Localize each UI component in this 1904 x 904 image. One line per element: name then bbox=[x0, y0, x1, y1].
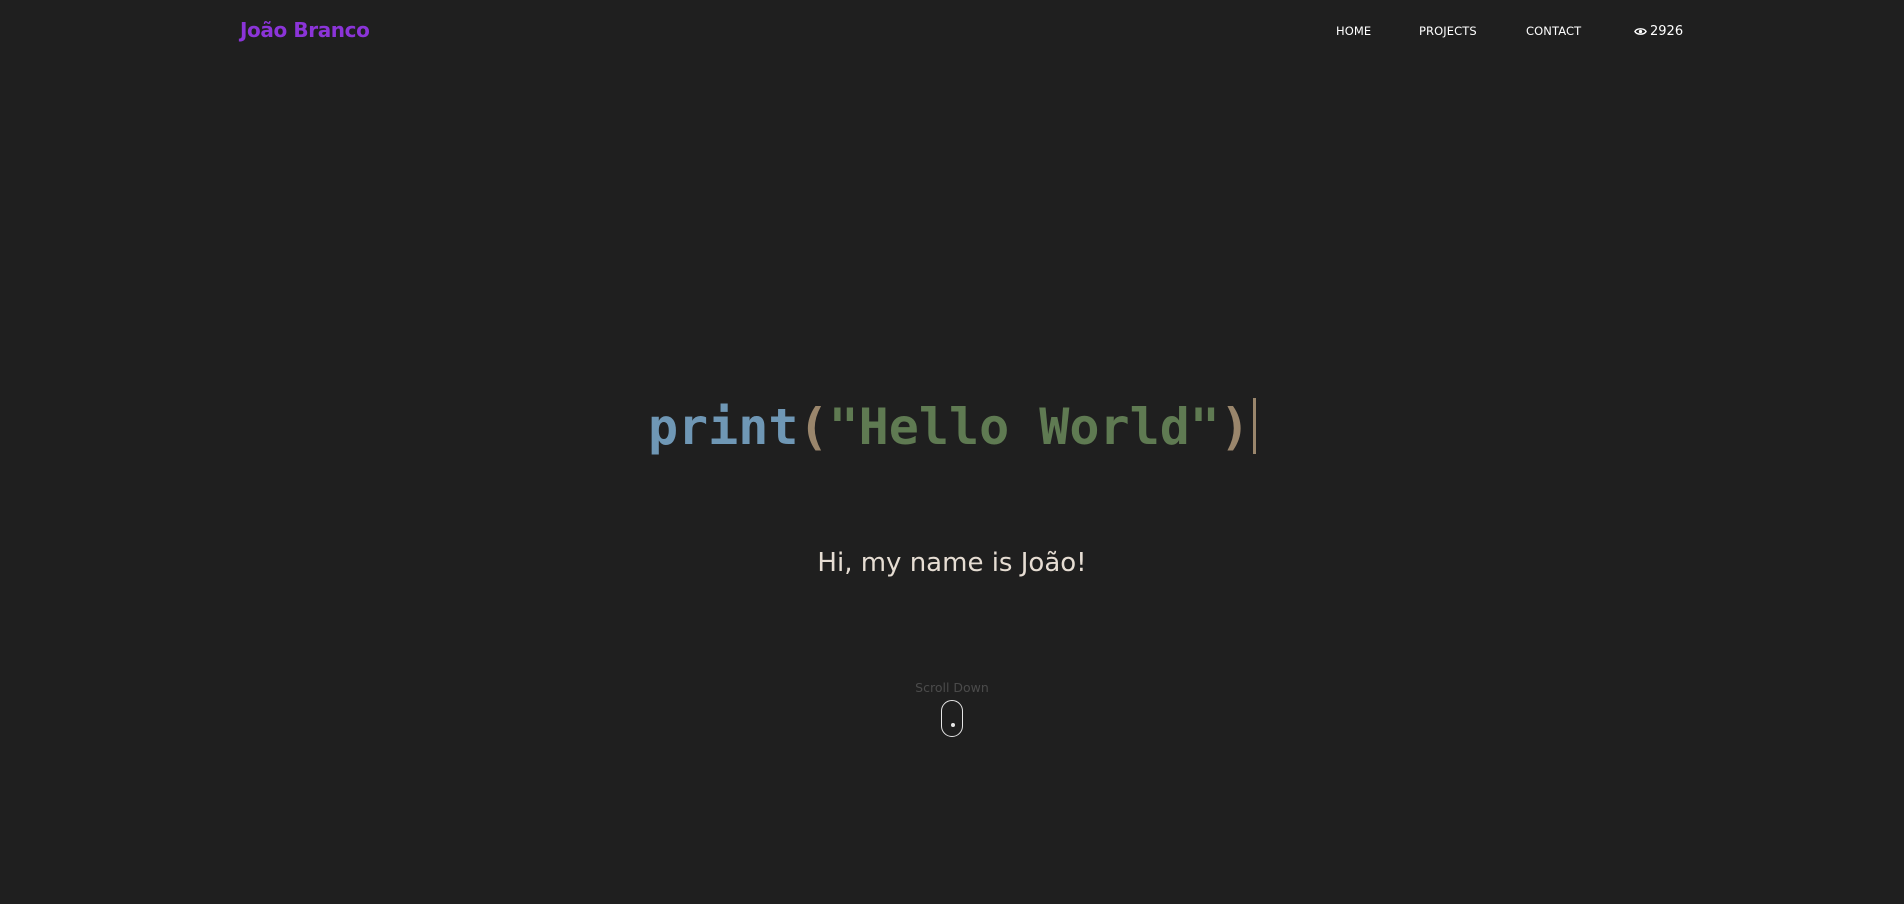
brand-logo[interactable]: João Branco bbox=[240, 17, 370, 43]
nav-link-projects[interactable]: PROJECTS bbox=[1419, 23, 1477, 39]
scroll-down-label: Scroll Down bbox=[915, 680, 989, 695]
code-function-token: print bbox=[647, 398, 799, 456]
view-count: 2926 bbox=[1650, 23, 1684, 39]
code-string-token: "Hello World" bbox=[828, 398, 1220, 456]
eye-icon bbox=[1634, 25, 1647, 38]
mouse-icon[interactable] bbox=[941, 700, 963, 737]
navbar: João Branco HOME PROJECTS CONTACT 2926 bbox=[0, 0, 1904, 60]
view-counter: 2926 bbox=[1634, 22, 1683, 40]
page: João Branco HOME PROJECTS CONTACT 2926 p… bbox=[0, 0, 1904, 904]
typing-caret bbox=[1253, 398, 1257, 454]
code-close-paren: ) bbox=[1219, 398, 1251, 456]
nav-link-contact[interactable]: CONTACT bbox=[1526, 23, 1581, 39]
mouse-wheel-dot bbox=[950, 723, 955, 727]
code-open-paren: ( bbox=[798, 398, 829, 456]
hero-code-line: print("Hello World") bbox=[0, 392, 1904, 462]
hero-greeting: Hi, my name is João! bbox=[817, 548, 1087, 578]
nav-link-home[interactable]: HOME bbox=[1336, 23, 1371, 39]
